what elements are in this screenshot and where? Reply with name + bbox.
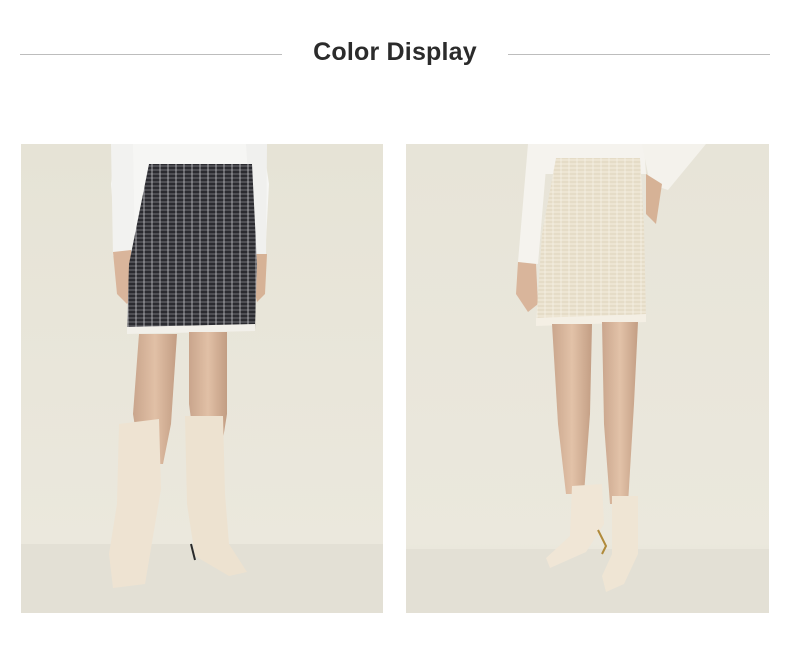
header-divider-right bbox=[508, 54, 770, 55]
header-divider-left bbox=[20, 54, 282, 55]
section-title: Color Display bbox=[313, 38, 477, 66]
section-header: Color Display bbox=[0, 0, 790, 110]
product-photo-black-skirt bbox=[21, 144, 383, 613]
product-photo-ivory-skirt bbox=[406, 144, 769, 613]
